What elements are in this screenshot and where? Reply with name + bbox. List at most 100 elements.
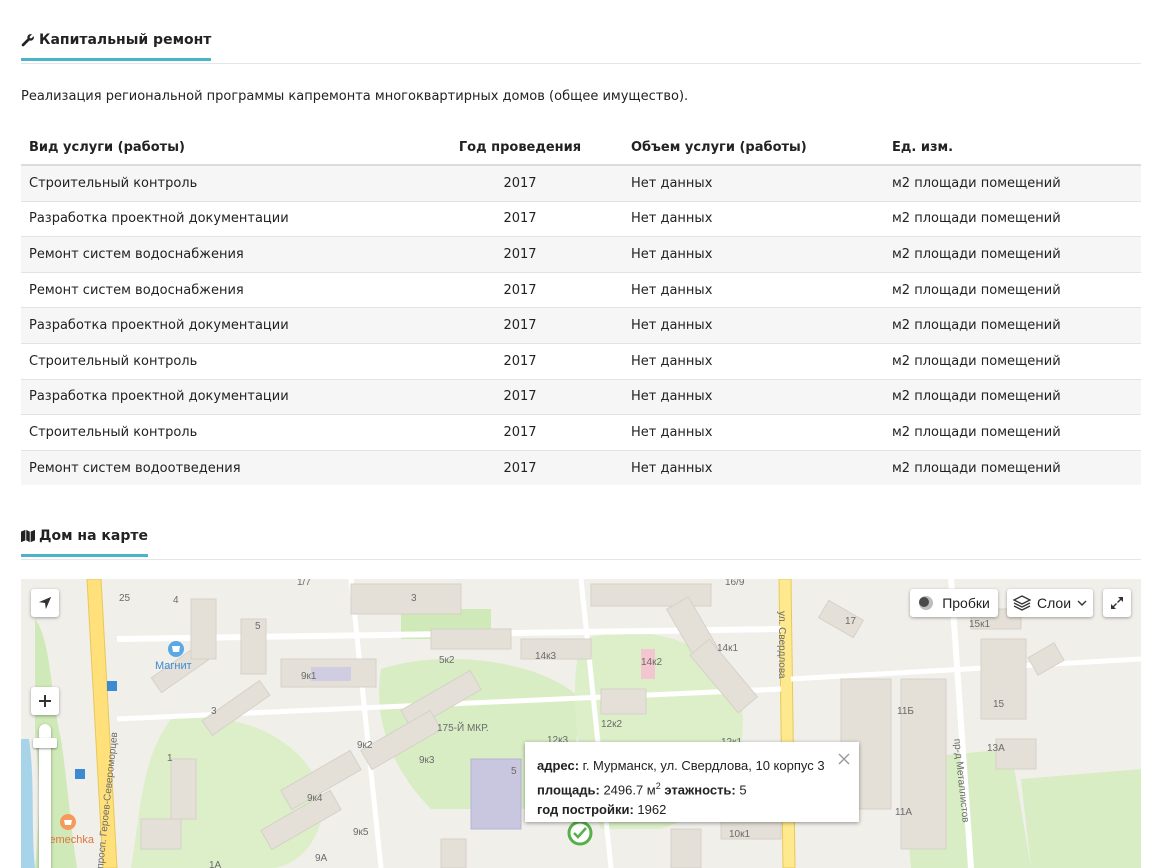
cell-service: Строительный контроль xyxy=(21,165,417,202)
cell-unit: м2 площади помещений xyxy=(884,450,1141,486)
section-divider xyxy=(21,63,1141,64)
popup-area-value: 2496.7 м xyxy=(603,782,656,798)
house-label: 1/7 xyxy=(297,579,311,588)
navigation-arrow-icon xyxy=(38,596,52,610)
house-placemark[interactable] xyxy=(567,820,593,846)
table-row: Строительный контроль 2017 Нет данных м2… xyxy=(21,414,1141,451)
house-label: 5к2 xyxy=(439,655,455,666)
geolocation-button[interactable] xyxy=(31,589,59,617)
house-label: 15к1 xyxy=(969,619,990,630)
cell-volume: Нет данных xyxy=(623,343,884,380)
house-label: 11Б xyxy=(897,706,914,717)
cell-service: Ремонт систем водоснабжения xyxy=(21,236,417,273)
cell-unit: м2 площади помещений xyxy=(884,307,1141,344)
table-row: Разработка проектной документации 2017 Н… xyxy=(21,307,1141,344)
house-label: 10к1 xyxy=(729,829,750,840)
table-row: Ремонт систем водоснабжения 2017 Нет дан… xyxy=(21,236,1141,273)
house-info-popup: адрес: г. Мурманск, ул. Свердлова, 10 ко… xyxy=(525,742,859,822)
cell-year: 2017 xyxy=(417,379,623,416)
house-label: 9к2 xyxy=(357,740,373,751)
district-label: 175-Й МКР. xyxy=(437,721,489,734)
layers-button[interactable]: Слои xyxy=(1007,589,1093,617)
shopping-basket-icon xyxy=(172,646,180,652)
cell-service: Ремонт систем водоотведения xyxy=(21,450,417,486)
bus-stop-icon[interactable] xyxy=(75,769,85,779)
table-row: Ремонт систем водоснабжения 2017 Нет дан… xyxy=(21,272,1141,309)
capital-repair-header: Капитальный ремонт xyxy=(21,32,1141,64)
cell-service: Строительный контроль xyxy=(21,414,417,451)
house-label: 3 xyxy=(211,706,217,717)
cell-volume: Нет данных xyxy=(623,236,884,273)
cell-service: Разработка проектной документации xyxy=(21,379,417,416)
house-label: 11А xyxy=(895,807,912,818)
cell-service: Разработка проектной документации xyxy=(21,201,417,238)
zoom-slider-handle[interactable] xyxy=(33,738,57,748)
cell-year: 2017 xyxy=(417,450,623,486)
cell-volume: Нет данных xyxy=(623,307,884,344)
house-label: 1 xyxy=(167,753,173,764)
cell-year: 2017 xyxy=(417,414,623,451)
popup-address-value: г. Мурманск, ул. Свердлова, 10 корпус 3 xyxy=(582,758,825,773)
cell-unit: м2 площади помещений xyxy=(884,379,1141,416)
traffic-icon xyxy=(919,596,934,610)
house-label: 9А xyxy=(315,853,328,864)
cell-unit: м2 площади помещений xyxy=(884,343,1141,380)
table-row: Ремонт систем водоотведения 2017 Нет дан… xyxy=(21,450,1141,486)
cell-year: 2017 xyxy=(417,165,623,202)
popup-address-line: адрес: г. Мурманск, ул. Свердлова, 10 ко… xyxy=(537,756,847,776)
cafe-icon xyxy=(64,820,72,825)
popup-floors-value: 5 xyxy=(739,782,747,798)
street-label-sverdlova: ул. Свердлова xyxy=(776,611,787,679)
column-header-unit: Ед. изм. xyxy=(884,130,1141,166)
section-divider xyxy=(21,559,1141,560)
cell-service: Разработка проектной документации xyxy=(21,307,417,344)
house-label: 5 xyxy=(511,766,517,777)
house-map[interactable]: просп. Героев-Североморцев ул. Свердлова… xyxy=(21,579,1141,868)
cell-service: Строительный контроль xyxy=(21,343,417,380)
traffic-button-label: Пробки xyxy=(942,595,990,611)
cell-unit: м2 площади помещений xyxy=(884,201,1141,238)
popup-area-label: площадь: xyxy=(537,782,600,798)
cell-year: 2017 xyxy=(417,236,623,273)
expand-icon xyxy=(1111,597,1123,609)
wrench-icon xyxy=(21,34,34,47)
popup-area-unit-sup: 2 xyxy=(655,781,661,791)
cell-unit: м2 площади помещений xyxy=(884,236,1141,273)
table-row: Разработка проектной документации 2017 Н… xyxy=(21,201,1141,238)
house-label: 9к4 xyxy=(307,793,323,804)
column-header-service: Вид услуги (работы) xyxy=(21,130,417,166)
cell-year: 2017 xyxy=(417,307,623,344)
close-icon[interactable] xyxy=(837,752,851,766)
map-icon xyxy=(21,529,35,543)
house-label: 17 xyxy=(845,616,857,627)
fullscreen-button[interactable] xyxy=(1103,589,1131,617)
table-row: Строительный контроль 2017 Нет данных м2… xyxy=(21,343,1141,380)
house-label: 5 xyxy=(255,621,261,632)
table-row: Строительный контроль 2017 Нет данных м2… xyxy=(21,165,1141,202)
house-label: 14к1 xyxy=(717,643,738,654)
popup-area-line: площадь: 2496.7 м2 этажность: 5 xyxy=(537,776,847,800)
bus-stop-icon[interactable] xyxy=(107,681,117,691)
house-label: 9к3 xyxy=(419,755,435,766)
popup-floors-label: этажность: xyxy=(664,782,736,798)
cell-year: 2017 xyxy=(417,201,623,238)
house-label: 1А xyxy=(209,860,222,868)
plus-icon xyxy=(39,695,51,707)
zoom-in-button[interactable] xyxy=(31,687,59,715)
cell-service: Ремонт систем водоснабжения xyxy=(21,272,417,309)
cell-unit: м2 площади помещений xyxy=(884,165,1141,202)
traffic-button[interactable]: Пробки xyxy=(910,589,998,617)
house-label: 14к3 xyxy=(535,651,556,662)
popup-year-line: год постройки: 1962 xyxy=(537,800,847,820)
cell-unit: м2 площади помещений xyxy=(884,272,1141,309)
house-label: 14к2 xyxy=(641,657,662,668)
map-canvas[interactable]: просп. Героев-Североморцев ул. Свердлова… xyxy=(21,579,1141,868)
house-label: 25 xyxy=(119,593,131,604)
cell-volume: Нет данных xyxy=(623,414,884,451)
column-header-volume: Объем услуги (работы) xyxy=(623,130,884,166)
popup-address-label: адрес: xyxy=(537,758,580,773)
capital-repair-title: Капитальный ремонт xyxy=(21,32,212,61)
house-label: 15 xyxy=(993,699,1005,710)
cell-volume: Нет данных xyxy=(623,379,884,416)
zoom-slider[interactable] xyxy=(33,724,57,868)
